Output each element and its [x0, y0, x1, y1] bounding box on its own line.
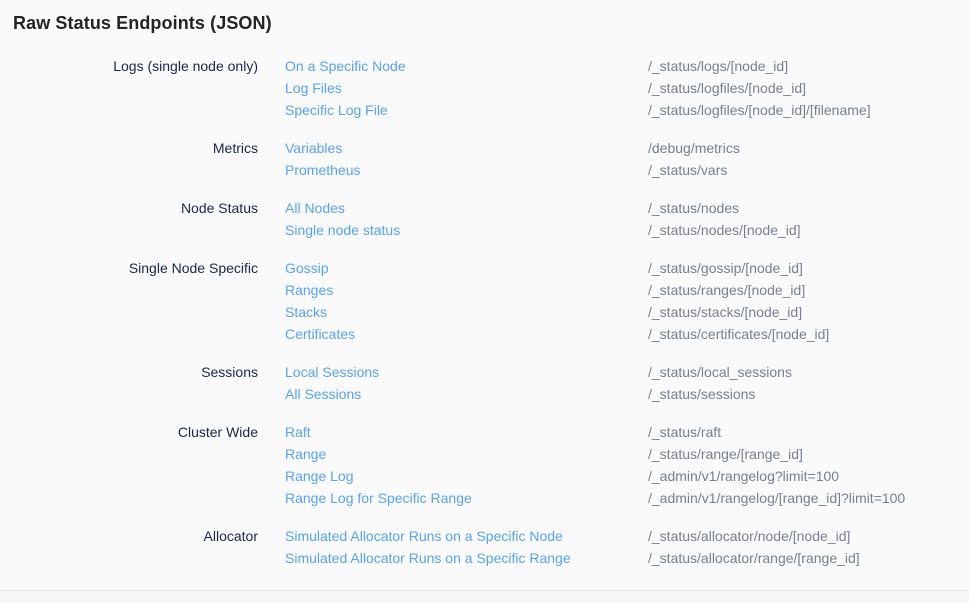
endpoint-link[interactable]: Range	[285, 443, 648, 465]
endpoint-link[interactable]: Raft	[285, 421, 648, 443]
endpoint-link[interactable]: Stacks	[285, 301, 648, 323]
endpoint-path: /_status/local_sessions	[648, 361, 969, 383]
endpoint-path: /_status/logfiles/[node_id]	[648, 77, 969, 99]
endpoint-path: /_status/raft	[648, 421, 969, 443]
group-allocator: Allocator Simulated Allocator Runs on a …	[13, 525, 969, 569]
endpoint-path: /_status/range/[range_id]	[648, 443, 969, 465]
group-logs: Logs (single node only) On a Specific No…	[13, 55, 969, 121]
endpoint-path: /_status/nodes/[node_id]	[648, 219, 969, 241]
links-column: Local Sessions All Sessions	[258, 361, 648, 405]
endpoint-path: /_status/allocator/node/[node_id]	[648, 525, 969, 547]
endpoint-link[interactable]: Gossip	[285, 257, 648, 279]
endpoint-link[interactable]: Single node status	[285, 219, 648, 241]
endpoint-link[interactable]: Simulated Allocator Runs on a Specific R…	[285, 547, 648, 569]
paths-column: /debug/metrics /_status/vars	[648, 137, 969, 181]
endpoint-link[interactable]: Log Files	[285, 77, 648, 99]
links-column: Variables Prometheus	[258, 137, 648, 181]
category-label: Cluster Wide	[13, 421, 258, 509]
links-column: On a Specific Node Log Files Specific Lo…	[258, 55, 648, 121]
category-label: Single Node Specific	[13, 257, 258, 345]
group-metrics: Metrics Variables Prometheus /debug/metr…	[13, 137, 969, 181]
endpoint-link[interactable]: On a Specific Node	[285, 55, 648, 77]
endpoint-path: /_status/vars	[648, 159, 969, 181]
endpoint-link[interactable]: Range Log	[285, 465, 648, 487]
paths-column: /_status/logs/[node_id] /_status/logfile…	[648, 55, 969, 121]
endpoint-link[interactable]: Specific Log File	[285, 99, 648, 121]
category-label: Sessions	[13, 361, 258, 405]
endpoint-path: /_status/logfiles/[node_id]/[filename]	[648, 99, 969, 121]
endpoint-link[interactable]: Certificates	[285, 323, 648, 345]
endpoint-path: /_status/certificates/[node_id]	[648, 323, 969, 345]
paths-column: /_status/gossip/[node_id] /_status/range…	[648, 257, 969, 345]
category-label: Metrics	[13, 137, 258, 181]
category-label: Logs (single node only)	[13, 55, 258, 121]
endpoint-path: /_status/sessions	[648, 383, 969, 405]
group-node-status: Node Status All Nodes Single node status…	[13, 197, 969, 241]
endpoint-groups: Logs (single node only) On a Specific No…	[13, 55, 969, 569]
endpoint-link[interactable]: Local Sessions	[285, 361, 648, 383]
links-column: Raft Range Range Log Range Log for Speci…	[258, 421, 648, 509]
endpoint-link[interactable]: Simulated Allocator Runs on a Specific N…	[285, 525, 648, 547]
endpoint-link[interactable]: All Sessions	[285, 383, 648, 405]
endpoint-path: /debug/metrics	[648, 137, 969, 159]
endpoint-link[interactable]: Ranges	[285, 279, 648, 301]
paths-column: /_status/allocator/node/[node_id] /_stat…	[648, 525, 969, 569]
group-sessions: Sessions Local Sessions All Sessions /_s…	[13, 361, 969, 405]
endpoint-path: /_status/allocator/range/[range_id]	[648, 547, 969, 569]
paths-column: /_status/raft /_status/range/[range_id] …	[648, 421, 969, 509]
page-title: Raw Status Endpoints (JSON)	[13, 13, 969, 34]
endpoint-link[interactable]: All Nodes	[285, 197, 648, 219]
endpoint-link[interactable]: Prometheus	[285, 159, 648, 181]
endpoint-path: /_status/gossip/[node_id]	[648, 257, 969, 279]
endpoint-link[interactable]: Variables	[285, 137, 648, 159]
links-column: Simulated Allocator Runs on a Specific N…	[258, 525, 648, 569]
endpoint-link[interactable]: Range Log for Specific Range	[285, 487, 648, 509]
footer-divider	[0, 590, 969, 603]
endpoint-path: /_admin/v1/rangelog/[range_id]?limit=100	[648, 487, 969, 509]
group-single-node-specific: Single Node Specific Gossip Ranges Stack…	[13, 257, 969, 345]
category-label: Node Status	[13, 197, 258, 241]
category-label: Allocator	[13, 525, 258, 569]
endpoint-path: /_status/ranges/[node_id]	[648, 279, 969, 301]
endpoint-path: /_status/logs/[node_id]	[648, 55, 969, 77]
endpoint-path: /_status/nodes	[648, 197, 969, 219]
paths-column: /_status/local_sessions /_status/session…	[648, 361, 969, 405]
endpoint-path: /_status/stacks/[node_id]	[648, 301, 969, 323]
endpoint-path: /_admin/v1/rangelog?limit=100	[648, 465, 969, 487]
links-column: Gossip Ranges Stacks Certificates	[258, 257, 648, 345]
group-cluster-wide: Cluster Wide Raft Range Range Log Range …	[13, 421, 969, 509]
raw-status-endpoints-section: Raw Status Endpoints (JSON) Logs (single…	[0, 0, 969, 590]
paths-column: /_status/nodes /_status/nodes/[node_id]	[648, 197, 969, 241]
links-column: All Nodes Single node status	[258, 197, 648, 241]
